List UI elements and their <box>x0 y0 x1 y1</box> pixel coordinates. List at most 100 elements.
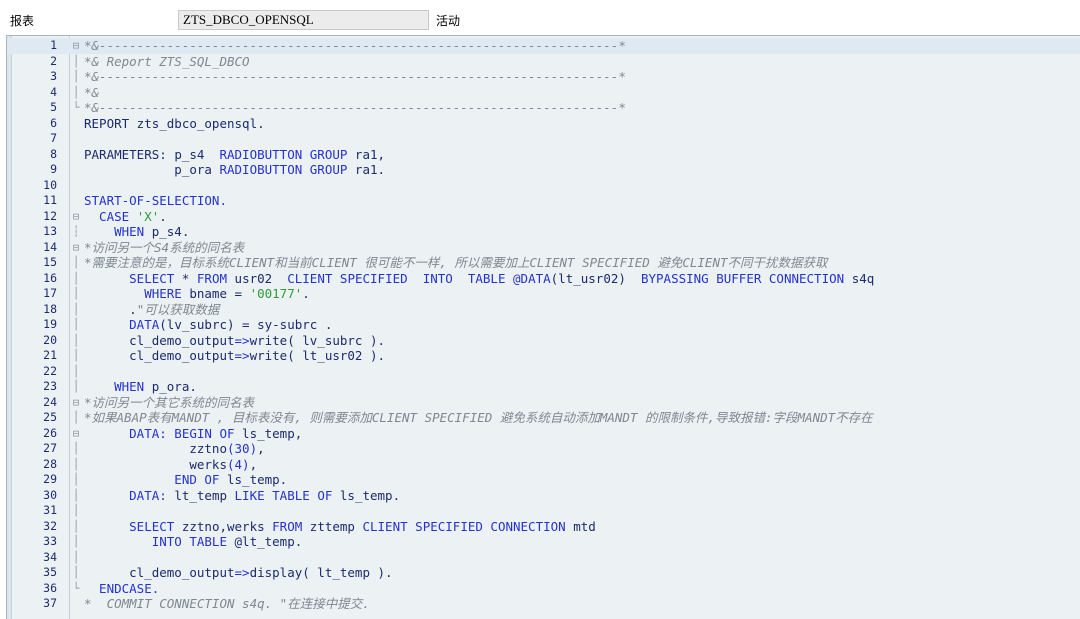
code-line[interactable]: 14 ⊟ *访问另一个S4系统的同名表 <box>7 240 1080 256</box>
code-line[interactable]: 34 │ <box>7 550 1080 566</box>
line-number: 11 <box>43 193 57 207</box>
fold-guide-icon: └ <box>72 581 80 595</box>
code-token: REPORT zts_dbco_opensql. <box>84 115 265 131</box>
code-line[interactable]: 18 │ ."可以获取数据 <box>7 302 1080 318</box>
code-line[interactable]: 33 │ INTO TABLE @lt_temp. <box>7 534 1080 550</box>
code-text: WHEN p_s4. <box>84 224 189 240</box>
code-token: lt_temp <box>174 487 235 503</box>
code-line[interactable]: 3 │ *&------------------------------------… <box>7 69 1080 85</box>
code-line[interactable]: 35 │ cl_demo_output=>display( lt_temp ). <box>7 565 1080 581</box>
code-comment: * COMMIT CONNECTION s4q. "在连接中提交. <box>84 596 370 611</box>
code-token: p_ora <box>84 162 220 177</box>
fold-toggle-icon[interactable]: ⊟ <box>71 395 81 411</box>
code-token: ls_temp. <box>339 487 401 503</box>
fold-guide-icon: │ <box>72 333 80 347</box>
code-text: DATA: BEGIN OF ls_temp, <box>84 426 302 442</box>
line-number: 10 <box>43 177 57 192</box>
code-line[interactable]: 1 ⊟ *&------------------------------------… <box>7 38 1080 54</box>
code-token: ls_temp, <box>242 425 303 441</box>
code-token: cl_demo_output <box>84 348 235 363</box>
code-line[interactable]: 15 │ *需要注意的是，目标系统CLIENT和当前CLIENT 很可能不一样, 所… <box>7 255 1080 271</box>
fold-toggle-icon[interactable]: ⊟ <box>71 426 81 442</box>
line-number: 16 <box>43 270 57 285</box>
fold-guide-icon: │ <box>72 442 80 455</box>
code-token: zttemp <box>309 518 363 534</box>
code-line[interactable]: 36 └ ENDCASE. <box>7 581 1080 597</box>
code-keyword: DATA: <box>84 487 175 503</box>
code-line[interactable]: 13 ┆ WHEN p_s4. <box>7 224 1080 240</box>
code-line[interactable]: 8 PARAMETERS: p_s4 RADIOBUTTON GROUP ra1, <box>7 147 1080 163</box>
code-token: (lt_usr02) <box>550 270 641 286</box>
code-keyword: @DATA <box>513 270 551 286</box>
code-keyword: => <box>234 565 250 580</box>
code-comment: *& Report ZTS_SQL_DBCO <box>84 53 250 69</box>
fold-guide-icon: │ <box>72 535 80 548</box>
code-line[interactable]: 7 <box>7 131 1080 147</box>
abap-code-editor[interactable]: 1 ⊟ *&------------------------------------… <box>6 35 1080 619</box>
code-keyword: WHERE <box>84 286 190 301</box>
fold-guide-icon: └ <box>72 101 80 114</box>
code-line[interactable]: 30 │ DATA: lt_temp LIKE TABLE OF ls_temp. <box>7 488 1080 504</box>
code-line[interactable]: 28 │ werks(4), <box>7 457 1080 473</box>
code-line[interactable]: 17 │ WHERE bname = '00177'. <box>7 286 1080 302</box>
code-keyword: => <box>234 332 250 348</box>
code-token: display( lt_temp ). <box>249 565 393 580</box>
code-line[interactable]: 22 │ <box>7 364 1080 380</box>
code-text: WHERE bname = '00177'. <box>84 286 310 302</box>
code-line[interactable]: 20 │ cl_demo_output=>write( lv_subrc ). <box>7 333 1080 349</box>
line-number: 22 <box>43 363 57 378</box>
line-number: 7 <box>50 131 57 145</box>
code-text: cl_demo_output=>write( lv_subrc ). <box>84 333 385 349</box>
code-line[interactable]: 29 │ END OF ls_temp. <box>7 472 1080 488</box>
code-keyword: FROM <box>196 270 235 286</box>
code-line[interactable]: 9 p_ora RADIOBUTTON GROUP ra1. <box>7 162 1080 178</box>
code-token: (30) <box>227 441 258 456</box>
code-line[interactable]: 32 │ SELECT zztno,werks FROM zttemp CLIEN… <box>7 519 1080 535</box>
code-text: ."可以获取数据 <box>84 302 219 318</box>
code-keyword: RADIOBUTTON GROUP <box>219 162 348 177</box>
code-line[interactable]: 27 │ zztno(30), <box>7 441 1080 457</box>
code-line[interactable]: 23 │ WHEN p_ora. <box>7 379 1080 395</box>
code-line[interactable]: 6 REPORT zts_dbco_opensql. <box>7 116 1080 132</box>
code-token: (4) <box>227 456 250 472</box>
code-text: ENDCASE. <box>84 581 159 597</box>
code-line[interactable]: 16 │ SELECT * FROM usr02 CLIENT SPECIFIED… <box>7 271 1080 287</box>
code-line[interactable]: 21 │ cl_demo_output=>write( lt_usr02 ). <box>7 348 1080 364</box>
code-token: . <box>302 286 310 301</box>
code-line[interactable]: 2 │ *& Report ZTS_SQL_DBCO <box>7 54 1080 70</box>
code-line[interactable]: 26 ⊟ DATA: BEGIN OF ls_temp, <box>7 426 1080 442</box>
line-number: 21 <box>43 348 57 362</box>
line-number: 35 <box>43 565 57 579</box>
code-line[interactable]: 4 │ *& <box>7 85 1080 101</box>
code-line[interactable]: 12 ⊟ CASE 'X'. <box>7 209 1080 225</box>
fold-guide-icon: │ <box>72 473 80 486</box>
code-line[interactable]: 10 <box>7 178 1080 194</box>
code-line[interactable]: 19 │ DATA(lv_subrc) = sy-subrc . <box>7 317 1080 333</box>
fold-toggle-icon[interactable]: ⊟ <box>71 209 81 225</box>
code-text: DATA(lv_subrc) = sy-subrc . <box>84 317 332 333</box>
program-name-field[interactable]: ZTS_DBCO_OPENSQL <box>178 10 429 30</box>
code-token: , <box>257 441 265 456</box>
line-number: 32 <box>43 518 57 533</box>
code-token: zztno,werks <box>181 518 273 534</box>
code-token: ra1. <box>347 162 386 177</box>
fold-guide-icon: │ <box>72 504 80 517</box>
code-line[interactable]: 24 ⊟ *访问另一个其它系统的同名表 <box>7 395 1080 411</box>
code-keyword: WHEN <box>84 379 152 394</box>
fold-toggle-icon[interactable]: ⊟ <box>71 240 81 256</box>
fold-toggle-icon[interactable]: ⊟ <box>71 38 81 54</box>
code-token: cl_demo_output <box>84 332 235 348</box>
fold-guide-icon: │ <box>72 287 80 300</box>
code-line[interactable]: 25 │ *如果ABAP表有MANDT , 目标表没有, 则需要添加CLIENT S… <box>7 410 1080 426</box>
code-line[interactable]: 31 │ <box>7 503 1080 519</box>
line-number: 13 <box>43 224 57 238</box>
code-line[interactable]: 5 └ *&------------------------------------… <box>7 100 1080 116</box>
fold-guide-icon: │ <box>72 457 80 471</box>
code-line[interactable]: 37 * COMMIT CONNECTION s4q. "在连接中提交. <box>7 596 1080 612</box>
code-comment: *&--------------------------------------… <box>84 69 626 84</box>
code-line[interactable]: 11 START-OF-SELECTION. <box>7 193 1080 209</box>
code-comment: *&--------------------------------------… <box>84 38 626 53</box>
code-comment: *访问另一个其它系统的同名表 <box>84 394 255 410</box>
code-text: *需要注意的是，目标系统CLIENT和当前CLIENT 很可能不一样, 所以需要… <box>84 255 828 271</box>
code-keyword: DATA: BEGIN OF <box>84 425 243 441</box>
